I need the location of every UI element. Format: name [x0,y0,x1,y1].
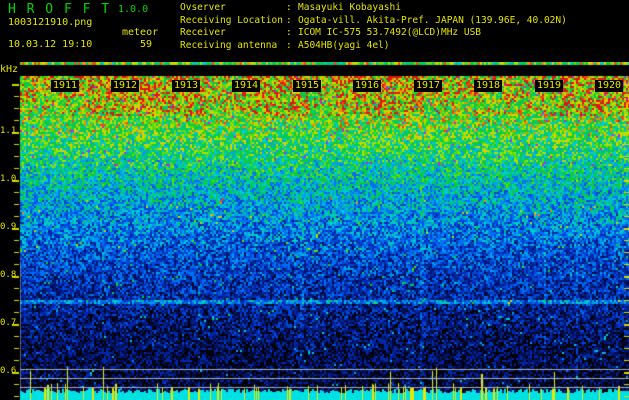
info-colon: : [286,40,292,52]
station-info: Ovserver: Masayuki Kobayashi Receiving Loc… [180,2,567,53]
info-colon: : [286,27,292,39]
time-label-1911: 1911 [51,80,79,92]
info-colon: : [286,14,292,26]
time-label-1912: 1912 [111,80,139,92]
mode-label: meteor [122,27,159,38]
station-info-row: Receiving antenna: A504HB(yagi 4el) [180,40,567,53]
station-info-row: Receiver: ICOM IC-575 53.7492(@LCD)MHz US… [180,27,567,40]
meteor-count: 59 [140,39,153,50]
info-value: Ogata-vill. Akita-Pref. JAPAN (139.96E, … [298,14,567,26]
station-info-row: Ovserver: Masayuki Kobayashi [180,2,567,15]
time-label-1918: 1918 [474,80,502,92]
info-label: Receiver [180,27,226,39]
time-label-1917: 1917 [414,80,442,92]
info-label: Receiving antenna [180,40,278,52]
time-label-1915: 1915 [293,80,321,92]
app-version: 1.0.0 [118,4,149,15]
freq-label-0.9: 0.9 [0,222,17,232]
freq-axis-unit: kHz [0,64,19,75]
info-value: Masayuki Kobayashi [298,2,401,13]
time-label-1920: 1920 [595,80,623,92]
info-value: ICOM IC-575 53.7492(@LCD)MHz USB [298,27,482,39]
time-label-1919: 1919 [535,80,563,92]
app-title: H R O F F T [8,2,111,17]
info-label: Ovserver [180,2,226,13]
station-info-row: Receiving Location: Ogata-vill. Akita-Pre… [180,15,567,28]
freq-label-1.1: 1.1 [0,126,17,136]
observation-datetime: 10.03.12 19:10 [8,39,93,50]
freq-label-0.6: 0.6 [0,366,17,376]
info-value: A504HB(yagi 4el) [298,40,390,52]
time-label-1916: 1916 [353,80,381,92]
freq-label-1.0: 1.0 [0,174,17,184]
time-label-1913: 1913 [172,80,200,92]
time-label-1914: 1914 [232,80,260,92]
spectrogram-canvas [0,62,629,400]
output-filename: 1003121910.png [8,17,93,28]
freq-label-0.7: 0.7 [0,318,17,328]
info-label: Receiving Location [180,14,283,26]
hrofft-screen: H R O F F T 1.0.0 1003121910.png meteor … [0,0,629,400]
info-colon: : [286,2,292,13]
freq-label-0.8: 0.8 [0,270,17,280]
